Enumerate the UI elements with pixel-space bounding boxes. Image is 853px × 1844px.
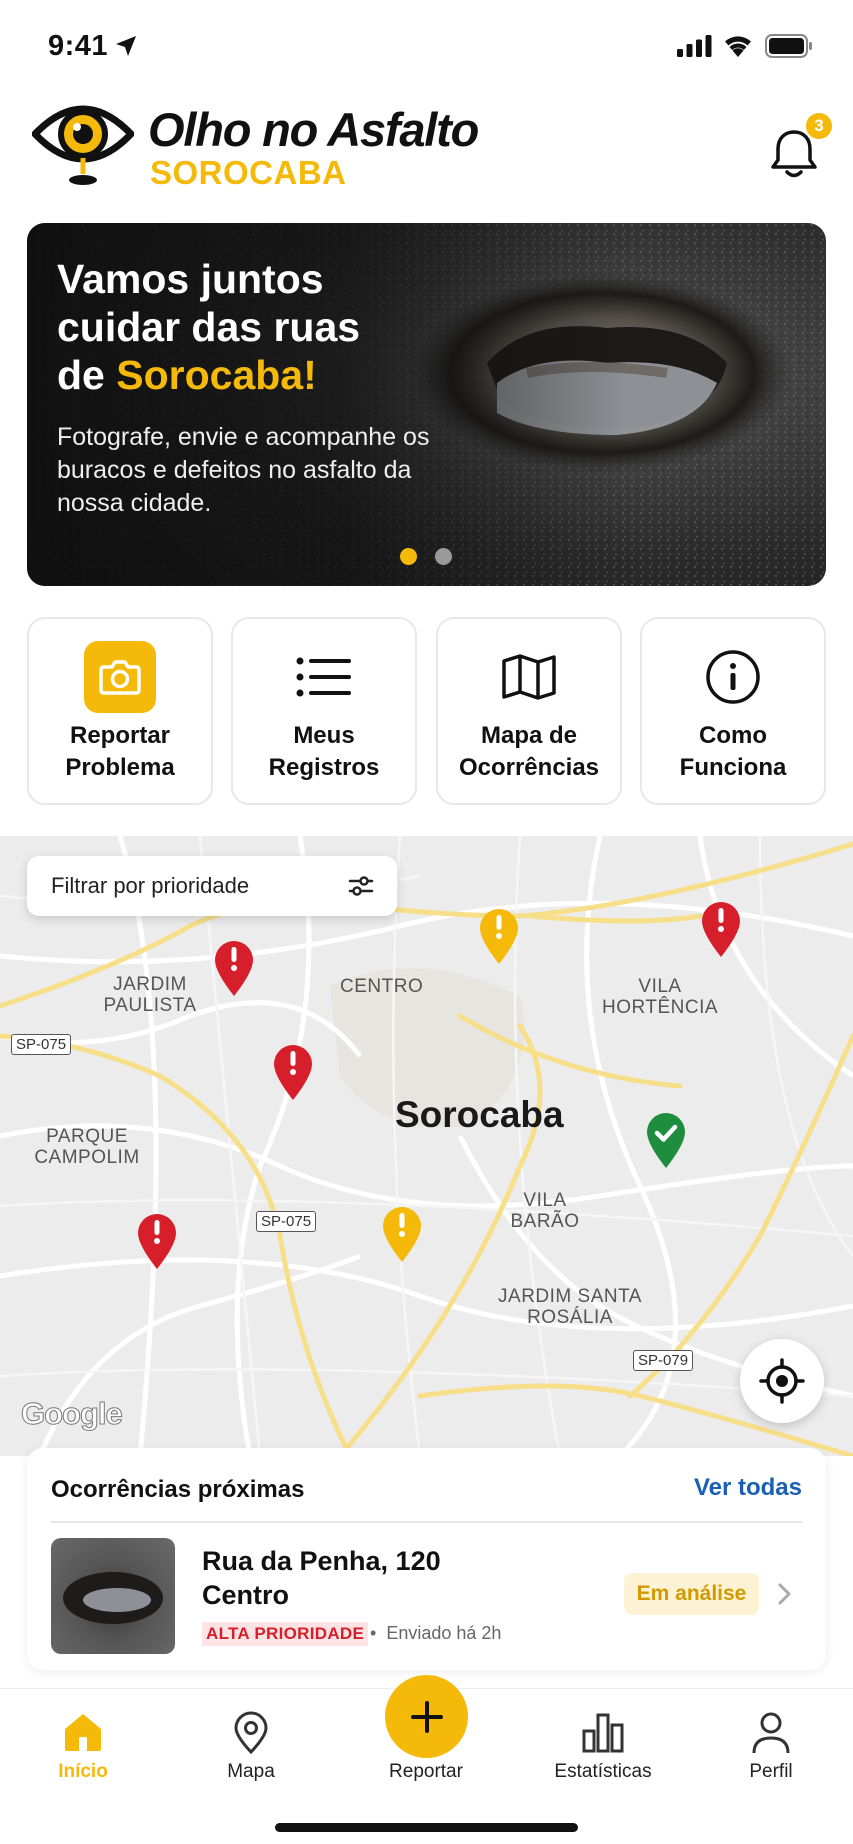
plus-icon xyxy=(410,1700,443,1733)
map-label-city: Sorocaba xyxy=(395,1094,564,1135)
quick-actions: Reportar Problema Meus Registros Mapa de Oc… xyxy=(27,617,826,805)
bar-chart-icon xyxy=(582,1713,624,1753)
map-label-vila-hortencia: VILA HORTÊNCIA xyxy=(601,976,719,1018)
app-title: Olho no Asfalto xyxy=(148,103,479,156)
map-label-vila-barao: VILA BARÃO xyxy=(510,1190,580,1232)
home-indicator xyxy=(275,1823,578,1832)
tab-label: Estatísticas xyxy=(554,1761,652,1782)
bottom-tab-bar: Início Mapa Reportar Estatísticas Perfil xyxy=(0,1675,853,1844)
tab-home[interactable]: Início xyxy=(8,1689,158,1809)
tab-report[interactable]: Reportar xyxy=(351,1675,501,1809)
hero-subtitle: Fotografe, envie e acompanhe os buracos … xyxy=(57,423,430,517)
notification-badge: 3 xyxy=(806,113,832,139)
filter-label: Filtrar por prioridade xyxy=(51,873,250,898)
action-label: Reportar Problema xyxy=(65,722,175,781)
nearby-title: Ocorrências próximas xyxy=(51,1476,305,1503)
action-label: Como Funciona xyxy=(679,722,787,781)
nearby-occurrences-card: Ocorrências próximas Ver todas Rua da Pe… xyxy=(27,1448,826,1670)
status-bar: 9:41 xyxy=(0,0,853,96)
user-icon xyxy=(752,1712,790,1754)
occurrences-map[interactable]: Filtrar por prioridade JARDIM PAULISTA C… xyxy=(0,836,853,1456)
my-records-button[interactable]: Meus Registros xyxy=(231,617,417,805)
occurrence-address[interactable]: Rua da Penha, 120 Centro xyxy=(202,1544,441,1612)
app-city: SOROCABA xyxy=(150,154,347,191)
location-arrow-icon xyxy=(116,36,136,56)
action-label: Mapa de Ocorrências xyxy=(458,722,600,781)
map-icon xyxy=(493,641,565,713)
sliders-icon xyxy=(348,876,374,896)
tab-profile[interactable]: Perfil xyxy=(696,1689,846,1809)
status-badge: Em análise xyxy=(624,1573,759,1615)
tab-map[interactable]: Mapa xyxy=(176,1689,326,1809)
how-it-works-button[interactable]: Como Funciona xyxy=(640,617,826,805)
high-priority-pin[interactable] xyxy=(698,899,744,959)
medium-priority-pin[interactable] xyxy=(379,1204,425,1264)
list-icon xyxy=(288,641,360,713)
map-label-centro: CENTRO xyxy=(340,976,424,997)
high-priority-pin[interactable] xyxy=(270,1042,316,1102)
road-shield: SP-075 xyxy=(11,1034,72,1055)
map-label-jardim-santa-rosalia: JARDIM SANTA ROSÁLIA xyxy=(498,1286,642,1328)
action-label: Meus Registros xyxy=(268,722,380,781)
report-problem-button[interactable]: Reportar Problema xyxy=(27,617,213,805)
road-shield: SP-079 xyxy=(633,1350,694,1371)
report-fab-button[interactable] xyxy=(385,1675,468,1758)
app-header: Olho no Asfalto SOROCABA xyxy=(0,96,853,206)
map-label-parque-campolim: PARQUE CAMPOLIM xyxy=(34,1126,140,1168)
sent-time: • Enviado há 2h xyxy=(370,1623,502,1643)
tab-label: Perfil xyxy=(749,1761,793,1782)
crosshair-icon xyxy=(759,1358,805,1404)
tab-statistics[interactable]: Estatísticas xyxy=(528,1689,678,1809)
tab-label: Início xyxy=(58,1761,108,1782)
occurrence-thumbnail[interactable] xyxy=(51,1538,175,1654)
tab-label: Mapa xyxy=(227,1761,275,1782)
carousel-dot[interactable] xyxy=(400,548,417,565)
map-pin-icon xyxy=(234,1711,268,1755)
my-location-button[interactable] xyxy=(740,1339,824,1423)
hero-title: Vamos juntos cuidar das ruas de Sorocaba… xyxy=(57,256,361,398)
google-attribution: Google xyxy=(21,1396,124,1432)
carousel-dot[interactable] xyxy=(435,548,452,565)
occurrences-map-button[interactable]: Mapa de Ocorrências xyxy=(436,617,622,805)
cellular-signal-icon xyxy=(677,35,712,57)
see-all-link[interactable]: Ver todas xyxy=(694,1474,802,1502)
hero-title-highlight: Sorocaba! xyxy=(116,352,317,398)
priority-badge: ALTA PRIORIDADE xyxy=(202,1622,369,1646)
medium-priority-pin[interactable] xyxy=(476,906,522,966)
camera-icon xyxy=(84,641,156,713)
road-shield: SP-075 xyxy=(256,1211,317,1232)
divider xyxy=(51,1521,802,1523)
carousel-dots xyxy=(400,548,452,565)
wifi-icon xyxy=(725,36,751,57)
status-time: 9:41 xyxy=(48,30,109,62)
home-icon xyxy=(65,1714,101,1751)
eye-logo-icon xyxy=(32,105,134,185)
priority-filter[interactable]: Filtrar por prioridade xyxy=(27,856,397,916)
battery-icon xyxy=(765,34,812,58)
tab-label: Reportar xyxy=(389,1761,463,1782)
hero-banner[interactable]: Vamos juntos cuidar das ruas de Sorocaba… xyxy=(27,223,826,586)
map-label-jardim-paulista: JARDIM PAULISTA xyxy=(103,974,197,1016)
high-priority-pin[interactable] xyxy=(134,1211,180,1271)
chevron-right-icon[interactable] xyxy=(777,1582,793,1606)
high-priority-pin[interactable] xyxy=(211,938,257,998)
info-icon xyxy=(697,641,769,713)
resolved-pin[interactable] xyxy=(643,1110,689,1170)
